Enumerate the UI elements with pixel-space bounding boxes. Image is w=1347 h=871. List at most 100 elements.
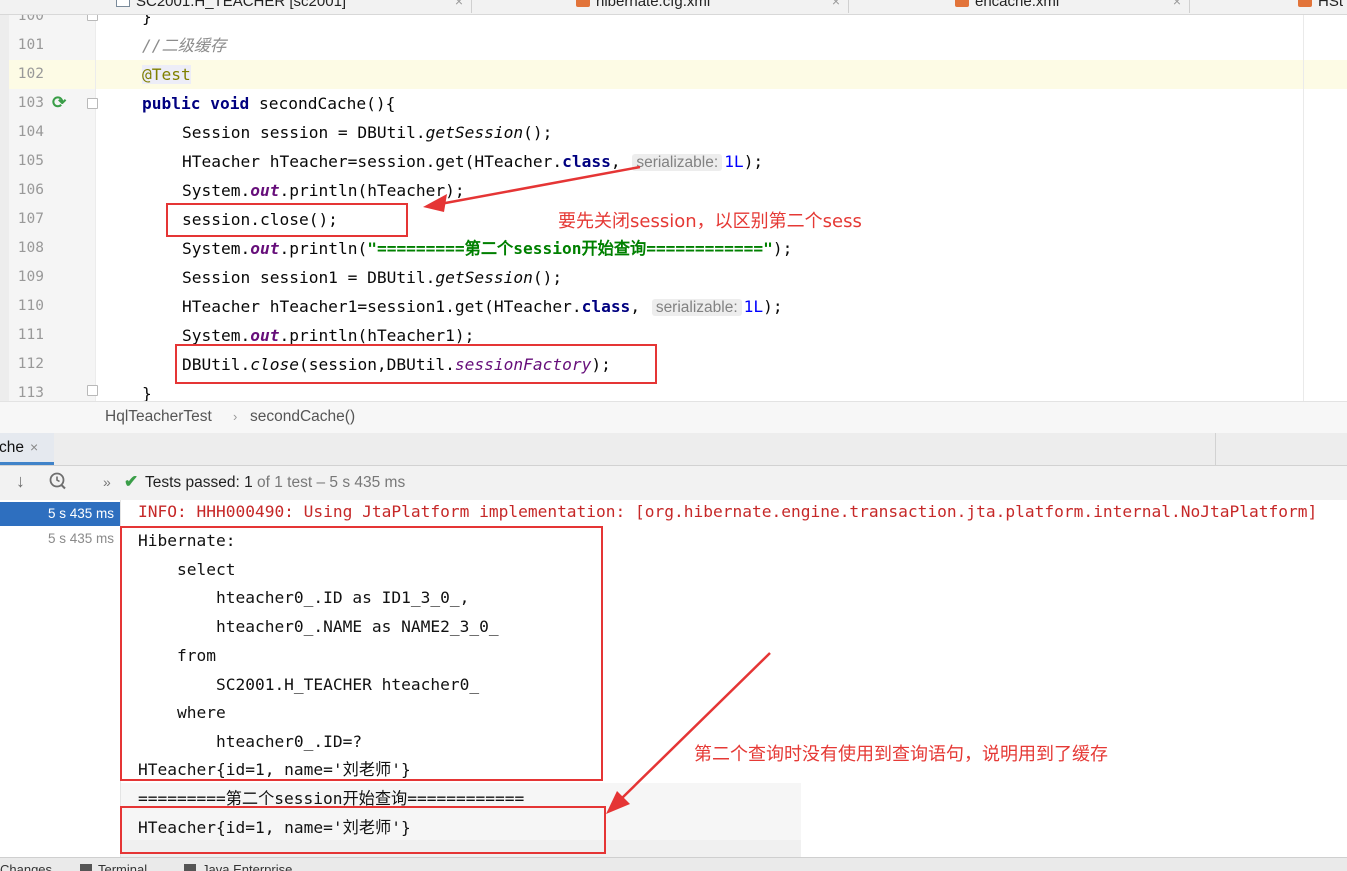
console-line: HTeacher{id=1, name='刘老师'} (138, 818, 411, 837)
code-token: session.close(); (182, 210, 338, 229)
close-icon[interactable]: × (30, 439, 38, 455)
code-token: System. (182, 181, 251, 200)
code-token: , (630, 297, 641, 316)
status-detail: of 1 test – 5 s 435 ms (252, 474, 406, 491)
console-line: hteacher0_.ID as ID1_3_0_, (138, 588, 470, 607)
code-line-112[interactable]: DBUtil.close(session,DBUtil.sessionFacto… (182, 350, 611, 379)
line-number: 100 (17, 15, 44, 24)
code-comment: //二级缓存 (142, 36, 227, 55)
line-number: 110 (17, 298, 44, 314)
code-token: ); (772, 239, 793, 258)
line-number: 104 (17, 124, 44, 140)
sort-down-icon[interactable]: ↓ (16, 471, 25, 492)
code-line-107[interactable]: session.close(); (182, 205, 338, 234)
test-tree-row[interactable]: 5 s 435 ms (0, 502, 120, 526)
code-token: .println( (279, 239, 368, 258)
line-number: 112 (17, 356, 44, 372)
code-token: } (142, 384, 152, 401)
test-tree: 5 s 435 ms 5 s 435 ms (0, 500, 121, 870)
current-line-highlight (9, 60, 1347, 89)
code-line-106[interactable]: System.out.println(hTeacher); (182, 176, 465, 205)
line-number: 108 (17, 240, 44, 256)
code-keyword: class (562, 152, 611, 171)
code-static-method: close (250, 355, 299, 374)
console-line: select (138, 560, 236, 579)
run-tab[interactable]: che × (0, 433, 54, 465)
fold-marker-icon[interactable] (87, 385, 98, 396)
console-line: hteacher0_.NAME as NAME2_3_0_ (138, 617, 499, 636)
code-token: ); (743, 152, 764, 171)
history-icon[interactable] (48, 471, 68, 496)
fold-marker-icon[interactable] (87, 98, 98, 109)
code-keyword: public (142, 94, 201, 113)
code-static-field: out (250, 239, 280, 258)
code-token: secondCache(){ (258, 94, 396, 113)
console-line: hteacher0_.ID=? (138, 732, 363, 751)
console-line: from (138, 646, 216, 665)
code-token: System. (182, 326, 251, 345)
code-token: , (610, 152, 621, 171)
console-line: INFO: HHH000490: Using JtaPlatform imple… (138, 502, 1318, 521)
fold-marker-icon[interactable] (87, 15, 98, 21)
console-line: HTeacher{id=1, name='刘老师'} (138, 760, 411, 779)
code-token: } (142, 15, 152, 26)
code-token: (session,DBUtil. (298, 355, 455, 374)
editor-left-edge (0, 15, 9, 401)
breadcrumb-class[interactable]: HqlTeacherTest (105, 408, 212, 426)
code-keyword: class (581, 297, 631, 316)
code-line-102[interactable]: @Test (142, 60, 191, 89)
tab-label: HSt (1318, 0, 1344, 10)
tab-hst[interactable]: HSt (1190, 0, 1347, 13)
code-token: .println(hTeacher1); (279, 326, 475, 345)
code-line-104[interactable]: Session session = DBUtil.getSession(); (182, 118, 552, 147)
code-token: ); (763, 297, 783, 316)
code-line-100[interactable]: } (142, 15, 152, 31)
tab-hibernate-cfg[interactable]: hibernate.cfg.xml × (472, 0, 849, 13)
code-token: Session session1 = DBUtil. (182, 268, 436, 287)
console-output[interactable]: INFO: HHH000490: Using JtaPlatform imple… (121, 500, 1347, 870)
run-test-icon[interactable]: ⟳ (52, 94, 70, 112)
tab-label: hibernate.cfg.xml (596, 0, 711, 10)
code-token: (); (523, 123, 553, 142)
parameter-hint: serializable: (632, 154, 723, 171)
code-line-101[interactable]: //二级缓存 (142, 31, 226, 60)
status-strong: Tests passed: 1 (145, 474, 253, 491)
close-icon[interactable]: × (1173, 0, 1181, 9)
code-line-109[interactable]: Session session1 = DBUtil.getSession(); (182, 263, 562, 292)
xml-file-icon (576, 0, 590, 7)
editor-tab-bar: SC2001.H_TEACHER [sc2001] × hibernate.cf… (0, 0, 1347, 15)
code-line-113[interactable]: } (142, 379, 152, 401)
code-keyword: void (210, 94, 250, 113)
xml-file-icon (955, 0, 969, 7)
code-annotation: @Test (142, 65, 191, 84)
code-line-105[interactable]: HTeacher hTeacher=session.get(HTeacher.c… (182, 147, 763, 176)
console-line: =========第二个session开始查询============ (138, 789, 525, 808)
breadcrumb-method[interactable]: secondCache() (250, 408, 355, 426)
code-line-110[interactable]: HTeacher hTeacher1=session1.get(HTeacher… (182, 292, 783, 321)
code-line-108[interactable]: System.out.println("=========第二个session开… (182, 234, 792, 263)
code-token: DBUtil. (182, 355, 251, 374)
line-number: 101 (17, 37, 44, 53)
tab-ehcache[interactable]: ehcache.xml × (849, 0, 1190, 13)
code-number: 1L (743, 297, 764, 316)
breadcrumb: HqlTeacherTest › secondCache() (0, 401, 1347, 434)
code-static-method: getSession (435, 268, 533, 287)
toolbar-more-icon[interactable]: » (103, 474, 111, 490)
close-icon[interactable]: × (832, 0, 840, 9)
close-icon[interactable]: × (455, 0, 463, 9)
annotation-note-cache-used: 第二个查询时没有使用到查询语句，说明用到了缓存 (694, 744, 1108, 765)
code-token: ); (591, 355, 611, 374)
xml-file-icon (1298, 0, 1312, 7)
code-line-111[interactable]: System.out.println(hTeacher1); (182, 321, 474, 350)
console-line: where (138, 703, 226, 722)
code-token: HTeacher hTeacher=session.get(HTeacher. (182, 152, 563, 171)
run-tool-window-header: che × (0, 433, 1347, 466)
line-number: 107 (17, 211, 44, 227)
gutter-separator (95, 15, 96, 401)
tab-h-teacher-table[interactable]: SC2001.H_TEACHER [sc2001] × (110, 0, 472, 13)
breadcrumb-separator: › (233, 409, 238, 424)
code-token: .println(hTeacher); (279, 181, 465, 200)
test-tree-row[interactable]: 5 s 435 ms (0, 527, 120, 551)
code-line-103[interactable]: public void secondCache(){ (142, 89, 395, 118)
annotation-note-close-session: 要先关闭session，以区别第二个sess (558, 211, 862, 232)
